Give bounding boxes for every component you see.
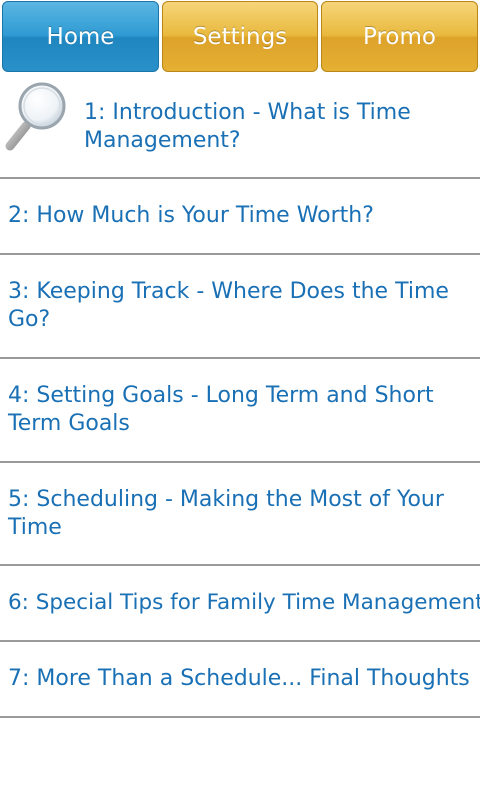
list-item[interactable]: 7: More Than a Schedule... Final Thought… xyxy=(0,642,480,718)
chapter-label: 3: Keeping Track - Where Does the Time G… xyxy=(8,279,449,332)
tab-promo[interactable]: Promo xyxy=(321,1,478,72)
tab-home[interactable]: Home xyxy=(2,1,159,72)
list-item[interactable]: 2: How Much is Your Time Worth? xyxy=(0,179,480,255)
chapter-label: 6: Special Tips for Family Time Manageme… xyxy=(8,590,480,615)
list-item[interactable]: 6: Special Tips for Family Time Manageme… xyxy=(0,566,480,642)
chapter-label: 2: How Much is Your Time Worth? xyxy=(8,203,374,228)
tab-settings[interactable]: Settings xyxy=(162,1,318,72)
list-item[interactable]: 4: Setting Goals - Long Term and Short T… xyxy=(0,359,480,463)
chapter-label: 1: Introduction - What is Time Managemen… xyxy=(84,99,411,153)
list-item[interactable]: 5: Scheduling - Making the Most of Your … xyxy=(0,463,480,566)
list-item[interactable]: 1: Introduction - What is Time Managemen… xyxy=(0,76,480,179)
chapter-label: 5: Scheduling - Making the Most of Your … xyxy=(8,486,444,540)
chapter-label: 4: Setting Goals - Long Term and Short T… xyxy=(8,383,434,436)
tab-bar: Home Settings Promo xyxy=(0,0,480,76)
magnifying-glass-icon xyxy=(4,80,72,152)
list-item[interactable]: 3: Keeping Track - Where Does the Time G… xyxy=(0,255,480,359)
chapter-label: 7: More Than a Schedule... Final Thought… xyxy=(8,666,470,691)
